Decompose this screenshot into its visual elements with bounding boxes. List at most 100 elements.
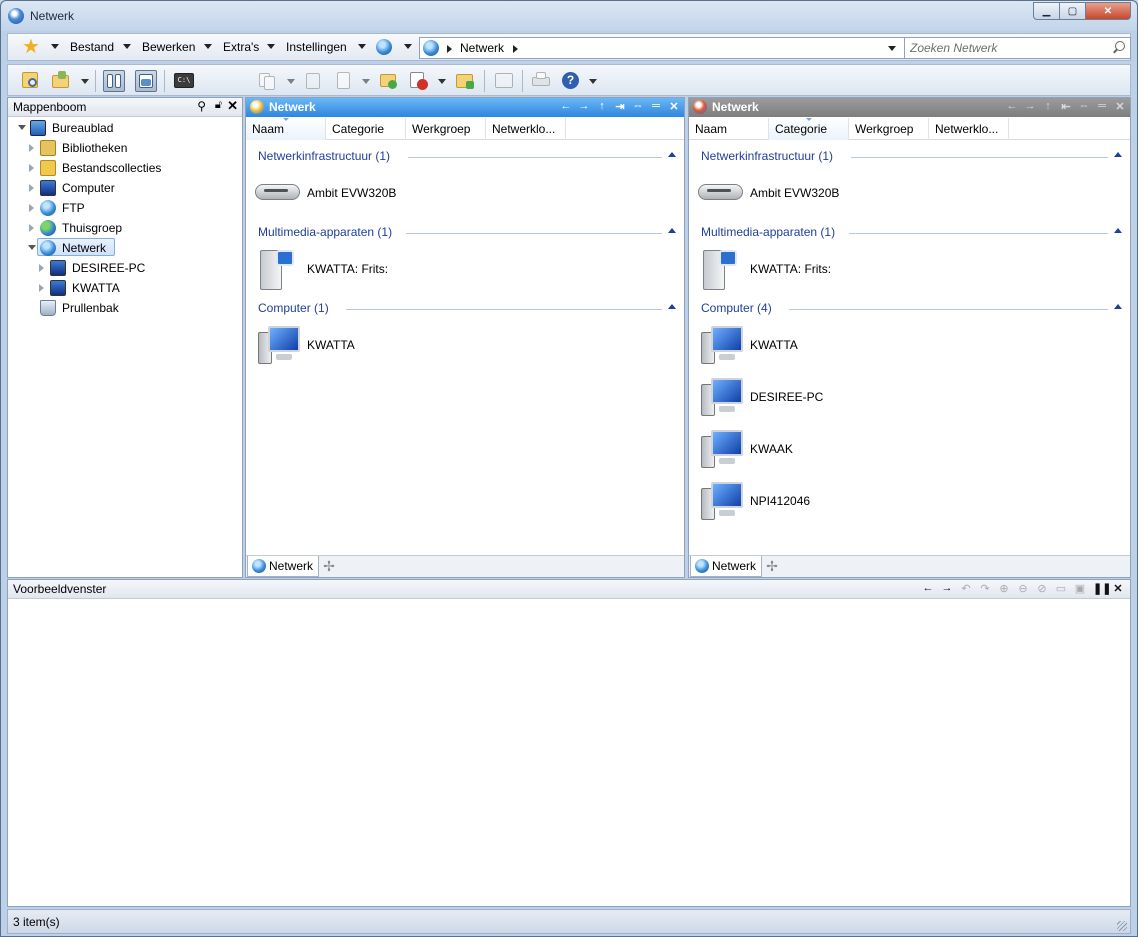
network-icon[interactable] <box>376 39 392 55</box>
list-item[interactable]: Ambit EVW320B <box>697 170 997 218</box>
close-button[interactable]: ✕ <box>1085 2 1131 20</box>
tree-item-bestandscollecties[interactable]: Bestandscollecties <box>29 159 188 177</box>
chevron-down-icon[interactable] <box>81 79 89 84</box>
search-icon[interactable]: ⚲ <box>197 99 206 113</box>
tree-item-netwerk[interactable]: Netwerk <box>28 238 115 256</box>
send-to-other-pane-icon[interactable]: ⇥ <box>614 100 626 113</box>
tree-item-bureaublad[interactable]: Bureaublad <box>18 119 148 137</box>
pause-icon[interactable]: ❚❚ <box>1093 582 1111 595</box>
collapse-group-icon[interactable] <box>668 304 676 309</box>
unlock-icon[interactable]: 🔓︎ <box>215 99 222 112</box>
breadcrumb-netwerk[interactable]: Netwerk <box>460 41 504 55</box>
preview-pane-toggle-icon[interactable] <box>135 70 157 92</box>
print-icon[interactable] <box>530 70 552 92</box>
chevron-down-icon[interactable] <box>404 44 412 49</box>
collapse-group-icon[interactable] <box>668 228 676 233</box>
search-icon[interactable] <box>1112 41 1125 54</box>
tree-item-ftp[interactable]: FTP <box>29 199 158 217</box>
address-dropdown-icon[interactable] <box>888 46 896 51</box>
fit-icon[interactable]: ▭ <box>1055 582 1067 595</box>
collapse-group-icon[interactable] <box>1114 152 1122 157</box>
address-bar[interactable]: Netwerk <box>419 37 905 59</box>
rotate-right-icon[interactable]: ↷ <box>979 582 991 595</box>
collapse-icon[interactable] <box>18 125 26 130</box>
group-header[interactable]: Netwerkinfrastructuur (1) <box>701 149 1122 165</box>
fullscreen-icon[interactable]: ▣ <box>1074 582 1086 595</box>
zoom-reset-icon[interactable]: ⊘ <box>1036 582 1048 595</box>
swap-panes-icon[interactable]: ⇔ <box>1078 100 1090 113</box>
tree-item-bibliotheken[interactable]: Bibliotheken <box>29 139 168 157</box>
chevron-down-icon[interactable] <box>438 79 446 84</box>
column-werkgroep[interactable]: Werkgroep <box>406 118 486 140</box>
column-netwerklocatie[interactable]: Netwerklo... <box>486 118 566 140</box>
close-icon[interactable]: ✕ <box>1114 100 1126 113</box>
swap-panes-icon[interactable]: ⇔ <box>632 100 644 113</box>
tree-item-thuisgroep[interactable]: Thuisgroep <box>29 219 158 237</box>
menu-instellingen[interactable]: Instellingen <box>286 40 347 54</box>
equalize-panes-icon[interactable]: ═ <box>650 100 662 113</box>
group-header[interactable]: Multimedia-apparaten (1) <box>701 225 1122 241</box>
group-header[interactable]: Multimedia-apparaten (1) <box>258 225 676 241</box>
chevron-down-icon[interactable] <box>358 44 366 49</box>
list-item[interactable]: KWAAK <box>697 426 997 474</box>
list-item[interactable]: KWATTA: Frits: <box>254 246 554 294</box>
collapse-group-icon[interactable] <box>1114 304 1122 309</box>
expand-icon[interactable] <box>39 284 44 292</box>
command-prompt-icon[interactable]: C:\ <box>173 70 195 92</box>
tree-item-desiree-pc[interactable]: DESIREE-PC <box>39 259 178 277</box>
column-categorie[interactable]: Categorie <box>326 118 406 140</box>
forward-icon[interactable]: → <box>941 582 953 595</box>
move-to-folder-icon[interactable] <box>378 70 400 92</box>
favorites-star-icon[interactable]: ★ <box>22 37 40 57</box>
menu-bestand[interactable]: Bestand <box>70 40 114 54</box>
group-header[interactable]: Computer (1) <box>258 301 676 317</box>
tab-netwerk[interactable]: Netwerk <box>690 556 762 577</box>
copy-icon[interactable] <box>256 70 278 92</box>
zoom-out-icon[interactable]: ⊖ <box>1017 582 1029 595</box>
expand-icon[interactable] <box>29 184 34 192</box>
chevron-down-icon[interactable] <box>267 44 275 49</box>
chevron-down-icon[interactable] <box>287 79 295 84</box>
maximize-button[interactable]: ▢ <box>1059 2 1086 20</box>
chevron-down-icon[interactable] <box>362 79 370 84</box>
help-icon[interactable]: ? <box>560 70 582 92</box>
group-header[interactable]: Netwerkinfrastructuur (1) <box>258 149 676 165</box>
breadcrumb-arrow-icon[interactable] <box>513 45 518 53</box>
close-icon[interactable]: ✕ <box>668 100 680 113</box>
back-icon[interactable]: ← <box>560 100 572 113</box>
chevron-down-icon[interactable] <box>589 79 597 84</box>
zoom-in-icon[interactable]: ⊕ <box>998 582 1010 595</box>
column-netwerklocatie[interactable]: Netwerklo... <box>929 118 1009 140</box>
dual-pane-toggle-icon[interactable] <box>103 70 125 92</box>
collapse-icon[interactable] <box>28 245 36 250</box>
minimize-button[interactable]: ▁ <box>1033 2 1060 20</box>
paste-icon[interactable] <box>333 70 355 92</box>
up-icon[interactable]: ↑ <box>1042 100 1054 113</box>
tree-item-kwatta[interactable]: KWATTA <box>39 279 178 297</box>
chevron-down-icon[interactable] <box>123 44 131 49</box>
list-item[interactable]: KWATTA: Frits: <box>697 246 997 294</box>
forward-icon[interactable]: → <box>578 100 590 113</box>
resize-grip-icon[interactable] <box>1117 921 1127 931</box>
collapse-group-icon[interactable] <box>668 152 676 157</box>
find-files-icon[interactable] <box>20 70 42 92</box>
back-icon[interactable]: ← <box>1006 100 1018 113</box>
favorites-dropdown-icon[interactable] <box>51 44 59 49</box>
tree-item-computer[interactable]: Computer <box>29 179 158 197</box>
list-item[interactable]: KWATTA <box>697 322 997 370</box>
breadcrumb-arrow-icon[interactable] <box>447 45 452 53</box>
column-naam[interactable]: Naam <box>246 118 326 140</box>
new-tab-icon[interactable]: ✢ <box>321 559 337 575</box>
expand-icon[interactable] <box>29 144 34 152</box>
tree-item-prullenbak[interactable]: Prullenbak <box>38 299 158 317</box>
expand-icon[interactable] <box>29 164 34 172</box>
sync-icon[interactable] <box>303 70 325 92</box>
collapse-group-icon[interactable] <box>1114 228 1122 233</box>
list-item[interactable]: Ambit EVW320B <box>254 170 554 218</box>
list-item[interactable]: KWATTA <box>254 322 554 370</box>
new-tab-icon[interactable]: ✢ <box>764 559 780 575</box>
list-item[interactable]: NPI412046 <box>697 478 997 526</box>
expand-icon[interactable] <box>29 224 34 232</box>
chevron-down-icon[interactable] <box>204 44 212 49</box>
column-werkgroep[interactable]: Werkgroep <box>849 118 929 140</box>
